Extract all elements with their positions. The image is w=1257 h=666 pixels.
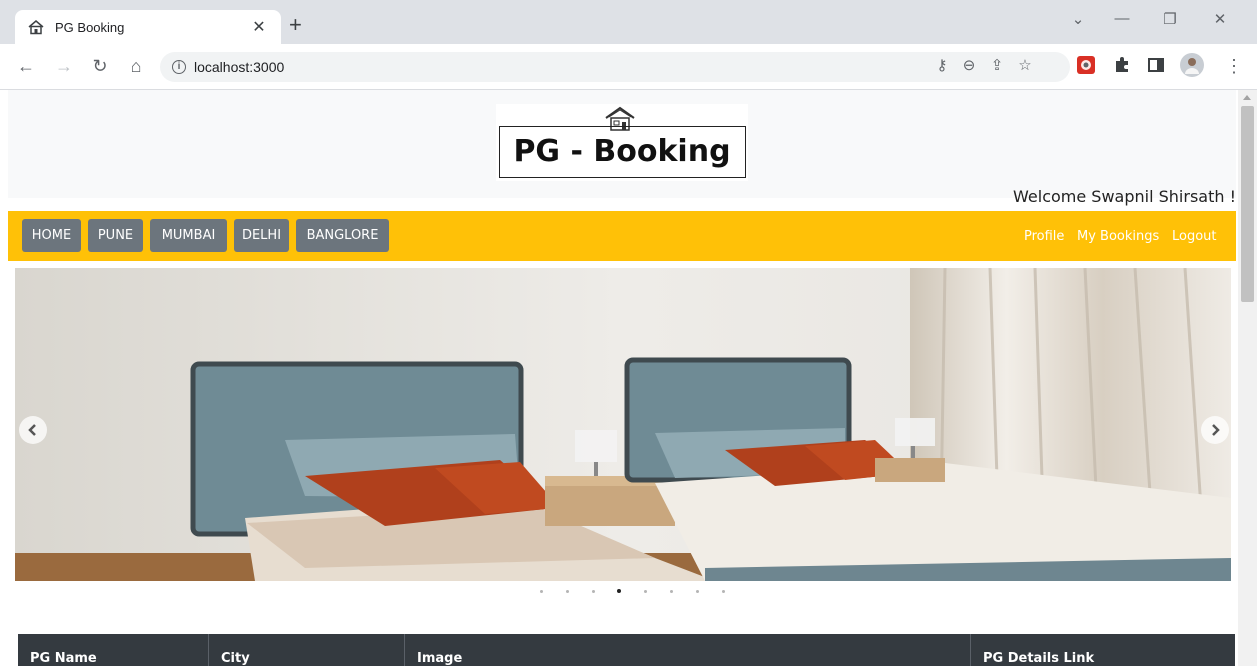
nav-delhi-button[interactable]: DELHI bbox=[234, 219, 289, 252]
bedroom-image bbox=[15, 268, 1231, 581]
carousel-dot[interactable] bbox=[554, 588, 580, 594]
browser-tab-bar: PG Booking ✕ + ⌄ — ❐ ✕ bbox=[0, 0, 1257, 44]
nav-mumbai-button[interactable]: MUMBAI bbox=[150, 219, 227, 252]
extension-icon[interactable] bbox=[1076, 55, 1096, 75]
browser-toolbar: ← → ↻ ⌂ i localhost:3000 ⚷ ⊖ ⇪ ☆ ⋮ bbox=[0, 44, 1257, 90]
web-page: PG - Booking Welcome Swapnil Shirsath ! … bbox=[8, 90, 1236, 666]
site-info-icon[interactable]: i bbox=[172, 60, 186, 74]
profile-link[interactable]: Profile bbox=[1024, 229, 1064, 244]
window-close-button[interactable]: ✕ bbox=[1200, 10, 1240, 28]
carousel-dot[interactable] bbox=[528, 588, 554, 594]
welcome-message: Welcome Swapnil Shirsath ! bbox=[1013, 187, 1236, 206]
carousel-dot-active[interactable] bbox=[606, 588, 632, 594]
bookmark-star-icon[interactable]: ☆ bbox=[1014, 57, 1036, 75]
my-bookings-link[interactable]: My Bookings bbox=[1077, 229, 1159, 244]
carousel-dot[interactable] bbox=[684, 588, 710, 594]
forward-arrow-icon[interactable]: → bbox=[52, 56, 76, 76]
page-header: PG - Booking Welcome Swapnil Shirsath ! bbox=[8, 90, 1236, 206]
column-header-city: City bbox=[209, 634, 405, 666]
carousel-next-button[interactable] bbox=[1201, 416, 1229, 444]
share-icon[interactable]: ⇪ bbox=[986, 57, 1008, 75]
more-menu-icon[interactable]: ⋮ bbox=[1222, 56, 1246, 76]
side-panel-icon[interactable] bbox=[1146, 55, 1166, 75]
scroll-up-icon[interactable] bbox=[1243, 95, 1251, 100]
column-header-image: Image bbox=[405, 634, 971, 666]
logo-text: PG - Booking bbox=[513, 134, 731, 169]
house-icon bbox=[27, 18, 45, 36]
logout-link[interactable]: Logout bbox=[1172, 229, 1217, 244]
carousel-indicators bbox=[528, 588, 736, 594]
zoom-icon[interactable]: ⊖ bbox=[958, 57, 980, 75]
key-icon[interactable]: ⚷ bbox=[931, 57, 953, 75]
nav-home-button[interactable]: HOME bbox=[22, 219, 81, 252]
tab-search-icon[interactable]: ⌄ bbox=[1058, 10, 1098, 28]
reload-icon[interactable]: ↻ bbox=[88, 56, 112, 76]
browser-tab[interactable]: PG Booking ✕ bbox=[15, 10, 281, 44]
carousel-prev-button[interactable] bbox=[19, 416, 47, 444]
page-scrollbar[interactable] bbox=[1238, 90, 1257, 666]
scrollbar-thumb[interactable] bbox=[1241, 106, 1254, 302]
tab-close-icon[interactable]: ✕ bbox=[249, 17, 269, 37]
nav-banglore-button[interactable]: BANGLORE bbox=[296, 219, 389, 252]
column-header-pg-details-link: PG Details Link bbox=[983, 651, 1095, 666]
chevron-left-icon bbox=[28, 424, 36, 436]
carousel-dot[interactable] bbox=[580, 588, 606, 594]
carousel-dot[interactable] bbox=[710, 588, 736, 594]
room-carousel[interactable] bbox=[15, 268, 1231, 581]
new-tab-button[interactable]: + bbox=[289, 14, 302, 36]
pg-table-header: PG Name City Image PG Details Link bbox=[18, 634, 1235, 666]
carousel-dot[interactable] bbox=[632, 588, 658, 594]
main-navbar: HOME PUNE MUMBAI DELHI BANGLORE Profile … bbox=[8, 211, 1236, 261]
tab-title: PG Booking bbox=[55, 19, 125, 35]
logo[interactable]: PG - Booking bbox=[496, 104, 748, 181]
home-icon[interactable]: ⌂ bbox=[124, 56, 148, 76]
nav-pune-button[interactable]: PUNE bbox=[88, 219, 143, 252]
url-text: localhost:3000 bbox=[194, 59, 285, 75]
restore-button[interactable]: ❐ bbox=[1150, 10, 1190, 28]
minimize-button[interactable]: — bbox=[1102, 10, 1142, 27]
back-arrow-icon[interactable]: ← bbox=[14, 56, 38, 76]
column-header-pg-name: PG Name bbox=[18, 634, 209, 666]
chevron-right-icon bbox=[1212, 424, 1220, 436]
carousel-dot[interactable] bbox=[658, 588, 684, 594]
profile-avatar[interactable] bbox=[1180, 53, 1204, 77]
puzzle-icon[interactable] bbox=[1112, 55, 1132, 75]
